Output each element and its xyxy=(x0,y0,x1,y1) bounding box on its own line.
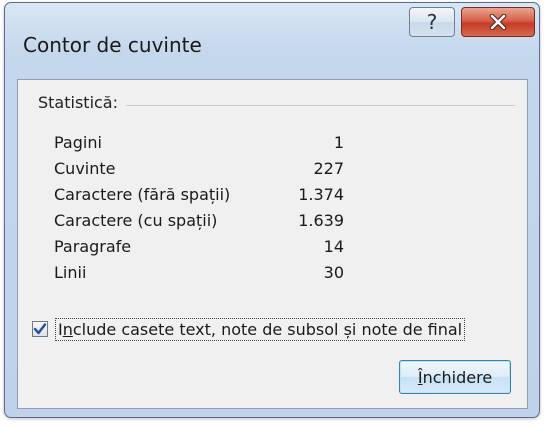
dialog-window: Contor de cuvinte ? Statistică: Pagini 1… xyxy=(4,2,540,418)
close-window-button[interactable] xyxy=(461,7,535,37)
close-button[interactable]: Închidere xyxy=(399,360,511,394)
statistics-heading: Statistică: xyxy=(38,93,118,112)
include-textboxes-checkbox[interactable] xyxy=(32,321,48,337)
help-button[interactable]: ? xyxy=(409,7,455,37)
stat-row-words: Cuvinte 227 xyxy=(54,159,344,181)
stat-label: Paragrafe xyxy=(54,237,132,256)
stat-label: Linii xyxy=(54,263,87,282)
stat-row-characters-no-spaces: Caractere (fără spații) 1.374 xyxy=(54,185,344,207)
close-icon xyxy=(489,14,507,30)
question-mark-icon: ? xyxy=(426,10,438,34)
stat-value: 1.374 xyxy=(298,185,344,204)
stat-row-lines: Linii 30 xyxy=(54,263,344,285)
stat-label: Caractere (fără spații) xyxy=(54,185,231,204)
stat-value: 1 xyxy=(333,133,344,152)
stat-label: Cuvinte xyxy=(54,159,116,178)
stat-value: 30 xyxy=(323,263,344,282)
include-textboxes-label[interactable]: Include casete text, note de subsol și n… xyxy=(55,318,466,341)
stat-row-characters-with-spaces: Caractere (cu spații) 1.639 xyxy=(54,211,344,233)
checkmark-icon xyxy=(33,323,47,335)
stat-row-pages: Pagini 1 xyxy=(54,133,344,155)
statistics-divider xyxy=(126,105,515,106)
dialog-title: Contor de cuvinte xyxy=(23,33,202,57)
stat-row-paragraphs: Paragrafe 14 xyxy=(54,237,344,259)
include-textboxes-option[interactable]: Include casete text, note de subsol și n… xyxy=(32,318,520,344)
stat-label: Caractere (cu spații) xyxy=(54,211,218,230)
stat-value: 14 xyxy=(323,237,344,256)
stat-label: Pagini xyxy=(54,133,102,152)
stat-value: 1.639 xyxy=(298,211,344,230)
title-bar[interactable]: Contor de cuvinte ? xyxy=(5,3,539,79)
dialog-content: Statistică: Pagini 1 Cuvinte 227 Caracte… xyxy=(17,79,528,409)
stat-value: 227 xyxy=(313,159,344,178)
